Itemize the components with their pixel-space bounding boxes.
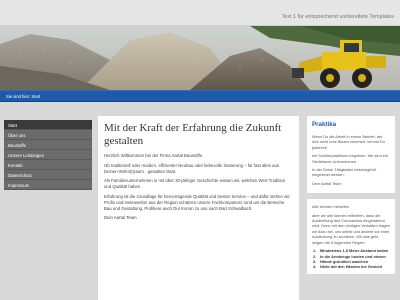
breadcrumb: Sie sind hier: Start xyxy=(6,94,41,99)
sidebar-item-ueber-uns[interactable]: Über uns xyxy=(4,130,92,140)
sidebar-item-kontakt[interactable]: Kontakt xyxy=(4,160,92,170)
intro-paragraph: Ob traditionell oder modern, effizienter… xyxy=(104,162,280,174)
rule-text: In die Armbeuge husten und niesen xyxy=(320,253,386,259)
praktika-text-3: In der Deine Tätigkeiten bestmöglicht ei… xyxy=(312,167,377,178)
praktika-signature: Dein Aartal Team xyxy=(312,180,342,186)
hero-banner xyxy=(0,26,400,90)
sidebar-nav: Start Über uns Baustoffe Unsere Leistung… xyxy=(4,120,92,190)
experience-paragraph: Erfahrung ist die Grundlage für hervorra… xyxy=(104,193,291,211)
rule-text: Nicht mit den Händen ins Gesicht xyxy=(320,264,383,270)
corona-notice-box: Alle können mithelfen aber wir alle könn… xyxy=(307,199,395,274)
hero-image xyxy=(0,26,400,90)
right-sidebar: Praktika Wenn Du die Arbeit in einem Bet… xyxy=(307,116,395,280)
sidebar-item-start[interactable]: Start xyxy=(4,120,92,130)
top-bar: Text 1 für entsprechend vorbereitete Tem… xyxy=(0,0,400,26)
welcome-paragraph: Herzlich Willkommen bei der Firma Aartal… xyxy=(104,153,204,158)
main-content: Mit der Kraft der Erfahrung die Zukunft … xyxy=(98,116,299,300)
sidebar-item-baustoffe[interactable]: Baustoffe xyxy=(4,140,92,150)
header-tagline: Text 1 für entsprechend vorbereitete Tem… xyxy=(281,14,394,20)
praktika-text-2: ein Schülerpraktikum beginnen. Wir sind … xyxy=(312,153,388,164)
main-navbar: Sie sind hier: Start xyxy=(0,90,400,102)
list-item: 4. Nicht mit den Händen ins Gesicht xyxy=(313,264,390,270)
sidebar-item-impressum[interactable]: Impressum xyxy=(4,180,92,190)
sidebar-item-leistungen[interactable]: Unsere Leistungen xyxy=(4,150,92,160)
notice-text: aber wir alle können mithelfen, dass die… xyxy=(312,212,390,245)
rule-text: Hände gründlich waschen xyxy=(320,258,369,264)
rule-text: Mindestens 1,5 Meter Abstand halten xyxy=(320,248,389,254)
praktika-box: Praktika Wenn Du die Arbeit in einem Bet… xyxy=(307,116,395,194)
signature: Dein Aartal Team xyxy=(104,215,137,220)
sidebar-item-datenschutz[interactable]: Datenschutz xyxy=(4,170,92,180)
page-title: Mit der Kraft der Erfahrung die Zukunft … xyxy=(104,122,282,147)
notice-heading: Alle können mithelfen xyxy=(312,204,350,210)
rules-list: 1. Mindestens 1,5 Meter Abstand halten 2.… xyxy=(312,248,390,270)
praktika-title: Praktika xyxy=(312,121,337,128)
rule-number: 4. xyxy=(313,264,317,270)
family-paragraph: Als Familienunternehmen in mit über 30-j… xyxy=(104,178,286,189)
praktika-text-1: Wenn Du die Arbeit in einem Betrieb, der… xyxy=(312,134,385,150)
